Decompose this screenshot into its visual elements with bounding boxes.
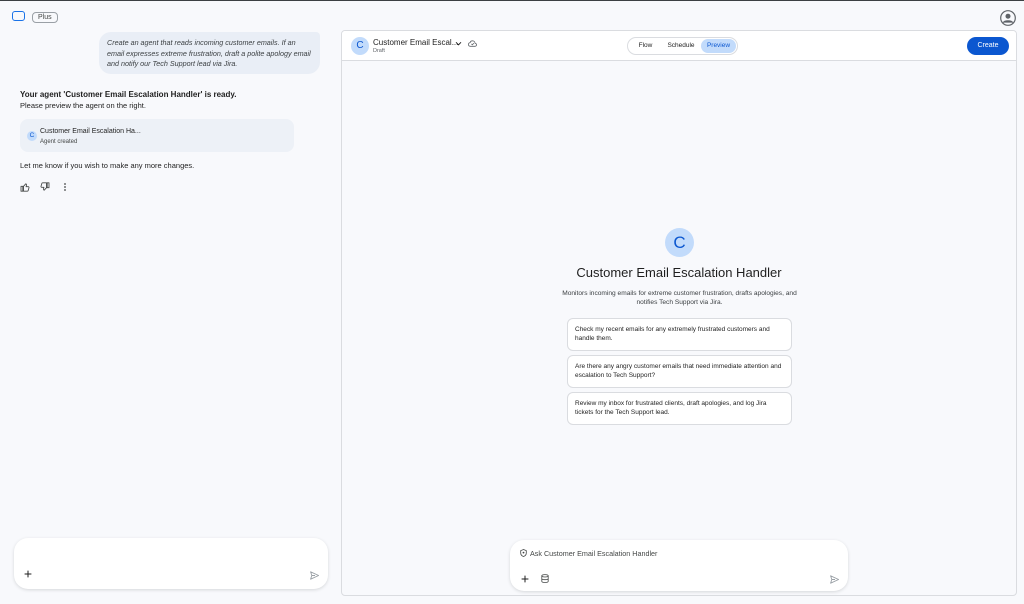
view-tabs: Flow Schedule Preview xyxy=(627,37,738,55)
chevron-down-icon[interactable] xyxy=(455,40,462,47)
agent-preview-panel: C Customer Email Escal... Draft Flow Sch… xyxy=(341,30,1017,596)
agent-name-heading: Customer Email Escalation Handler xyxy=(576,265,782,280)
cloud-sync-icon xyxy=(468,40,477,47)
panel-header: C Customer Email Escal... Draft Flow Sch… xyxy=(342,31,1016,61)
send-icon[interactable] xyxy=(310,571,319,580)
agent-description: Monitors incoming emails for extreme cus… xyxy=(562,290,797,307)
agent-ready-subtitle: Please preview the agent on the right. xyxy=(20,101,146,110)
thumb-down-icon[interactable] xyxy=(40,182,50,192)
suggestion-chip[interactable]: Are there any angry customer emails that… xyxy=(567,355,792,388)
suggestion-chip[interactable]: Review my inbox for frustrated clients, … xyxy=(567,392,792,425)
app-logo-icon[interactable] xyxy=(12,11,25,21)
plan-badge: Plus xyxy=(32,12,58,23)
more-vert-icon[interactable] xyxy=(60,182,70,192)
agent-card-name: Customer Email Escalation Ha... xyxy=(40,128,141,135)
shield-icon xyxy=(520,549,527,557)
agent-status-label: Draft xyxy=(373,48,385,54)
preview-input-placeholder[interactable]: Ask Customer Email Escalation Handler xyxy=(530,549,657,558)
account-circle-icon[interactable] xyxy=(1000,10,1016,26)
agent-ready-title: Your agent 'Customer Email Escalation Ha… xyxy=(20,90,237,99)
agent-card-status: Agent created xyxy=(40,139,78,145)
add-icon[interactable] xyxy=(24,570,32,578)
agent-avatar: C xyxy=(351,37,369,55)
agent-title[interactable]: Customer Email Escal... xyxy=(373,38,458,47)
database-icon[interactable] xyxy=(541,574,549,583)
tab-schedule[interactable]: Schedule xyxy=(662,39,700,53)
tab-flow[interactable]: Flow xyxy=(631,39,660,53)
thumb-up-icon[interactable] xyxy=(20,182,30,192)
followup-message: Let me know if you wish to make any more… xyxy=(20,161,195,170)
suggestion-chip[interactable]: Check my recent emails for any extremely… xyxy=(567,318,792,351)
add-icon[interactable] xyxy=(521,575,529,583)
user-message-bubble: Create an agent that reads incoming cust… xyxy=(99,32,320,74)
tab-preview[interactable]: Preview xyxy=(701,39,736,53)
create-button[interactable]: Create xyxy=(967,37,1009,55)
agent-avatar-large: C xyxy=(665,228,694,257)
preview-input-box[interactable]: Ask Customer Email Escalation Handler xyxy=(510,540,848,591)
agent-created-card[interactable]: C Customer Email Escalation Ha... Agent … xyxy=(20,119,294,152)
chat-input-box[interactable] xyxy=(14,538,328,589)
send-icon[interactable] xyxy=(830,575,839,584)
agent-avatar: C xyxy=(27,131,37,141)
